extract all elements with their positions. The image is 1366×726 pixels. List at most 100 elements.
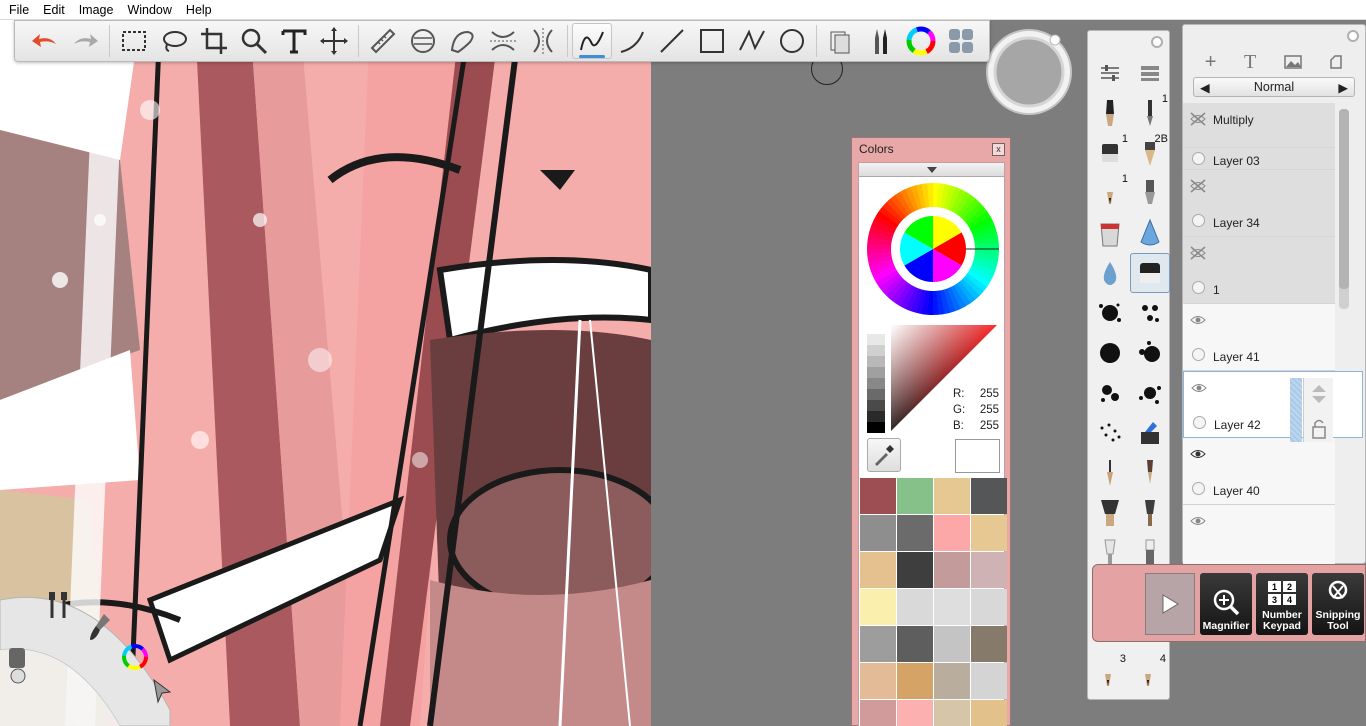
layer-select-radio[interactable] <box>1192 348 1205 361</box>
brush-flat-brush[interactable] <box>1090 493 1130 533</box>
brush-list-button[interactable] <box>1130 53 1170 93</box>
brush-2b-pencil[interactable]: 2B <box>1130 133 1170 173</box>
blue-value[interactable]: 255 <box>969 418 999 434</box>
layer-row-selected[interactable]: Layer 42 <box>1183 371 1363 438</box>
chevron-left-icon[interactable]: ◀ <box>1200 80 1210 95</box>
hidden-icon[interactable] <box>1189 179 1207 193</box>
menu-edit[interactable]: Edit <box>36 3 72 17</box>
color-swatch[interactable] <box>934 700 970 726</box>
symmetry-x-button[interactable] <box>483 23 523 59</box>
color-swatch[interactable] <box>897 478 933 514</box>
color-swatch[interactable] <box>860 589 896 625</box>
brush-ink[interactable]: 1 <box>1090 173 1130 213</box>
number-keypad-button[interactable]: 1 2 3 4 Number Keypad <box>1256 573 1308 635</box>
eye-icon[interactable] <box>1190 381 1208 395</box>
color-swatch[interactable] <box>971 626 1007 662</box>
brush-eraser[interactable]: 1 <box>1090 133 1130 173</box>
lasso-button[interactable] <box>154 23 194 59</box>
color-swatch[interactable] <box>860 626 896 662</box>
ellipse-button[interactable] <box>772 23 812 59</box>
grayscale-strip[interactable] <box>867 323 885 433</box>
color-swatch[interactable] <box>934 626 970 662</box>
brush-speckle[interactable] <box>1090 413 1130 453</box>
snipping-tool-button[interactable]: Snipping Tool <box>1312 573 1364 635</box>
color-swatch[interactable] <box>934 663 970 699</box>
add-layer-icon[interactable]: + <box>1205 51 1217 74</box>
color-swatch[interactable] <box>971 700 1007 726</box>
color-swatch[interactable] <box>971 663 1007 699</box>
text-button[interactable] <box>274 23 314 59</box>
color-swatch[interactable] <box>860 515 896 551</box>
polyline-button[interactable] <box>732 23 772 59</box>
tools-icon[interactable] <box>46 590 72 620</box>
colors-collapse-toggle[interactable] <box>859 163 1004 177</box>
layer-select-radio[interactable] <box>1192 281 1205 294</box>
color-swatch[interactable] <box>934 478 970 514</box>
brush-splatter-1[interactable] <box>1090 293 1130 333</box>
color-swatch[interactable] <box>971 478 1007 514</box>
ellipse-guide-button[interactable] <box>403 23 443 59</box>
color-swatch[interactable] <box>897 552 933 588</box>
color-wheel-icon[interactable] <box>120 642 150 672</box>
eye-icon[interactable] <box>1189 447 1207 461</box>
magnifier-button[interactable]: Magnifier <box>1200 573 1252 635</box>
color-swatch[interactable] <box>860 663 896 699</box>
color-swatch[interactable] <box>860 700 896 726</box>
brush-pencil[interactable]: 1 <box>1130 93 1170 133</box>
brush-fine-brush[interactable] <box>1090 453 1130 493</box>
brush-smear[interactable] <box>1130 213 1170 253</box>
brush-splatter-5[interactable] <box>1090 373 1130 413</box>
color-swatch[interactable] <box>934 515 970 551</box>
pointer-icon[interactable] <box>150 678 174 704</box>
layer-row[interactable]: Layer 03 <box>1183 148 1335 170</box>
copic-library-button[interactable] <box>821 23 861 59</box>
rectangle-button[interactable] <box>692 23 732 59</box>
color-swatch[interactable] <box>860 478 896 514</box>
layers-scrollbar[interactable] <box>1339 109 1349 309</box>
brush-preset-4[interactable]: 4 <box>1128 653 1168 697</box>
french-curve-button[interactable] <box>443 23 483 59</box>
chevron-right-icon[interactable]: ▶ <box>1338 80 1348 95</box>
menu-image[interactable]: Image <box>72 3 121 17</box>
lock-icon[interactable] <box>1304 413 1334 445</box>
color-swatch[interactable] <box>897 589 933 625</box>
rect-select-button[interactable] <box>114 23 154 59</box>
curve-stroke-button[interactable] <box>612 23 652 59</box>
brush-library-button[interactable] <box>861 23 901 59</box>
layer-select-radio[interactable] <box>1192 482 1205 495</box>
color-swatch[interactable] <box>897 626 933 662</box>
color-swatch[interactable] <box>971 552 1007 588</box>
layer-select-radio[interactable] <box>1192 214 1205 227</box>
undo-button[interactable] <box>25 23 65 59</box>
layer-row[interactable]: Multiply <box>1183 103 1335 148</box>
layer-opacity-slider[interactable] <box>1290 378 1302 442</box>
play-button[interactable] <box>1145 573 1195 635</box>
color-swatch[interactable] <box>934 589 970 625</box>
brush-splatter-2[interactable] <box>1130 293 1170 333</box>
brush-splatter-3[interactable] <box>1090 333 1130 373</box>
delete-layer-icon[interactable] <box>1329 55 1343 69</box>
layer-row[interactable]: 1 <box>1183 237 1335 304</box>
layer-row[interactable]: Layer 34 <box>1183 170 1335 237</box>
layer-select-radio[interactable] <box>1193 416 1206 429</box>
color-swatch[interactable] <box>860 552 896 588</box>
add-image-icon[interactable] <box>1283 55 1302 69</box>
hidden-icon[interactable] <box>1189 112 1207 126</box>
color-swatch[interactable] <box>934 552 970 588</box>
menu-window[interactable]: Window <box>120 3 178 17</box>
brush-splatter-6[interactable] <box>1130 373 1170 413</box>
brush-ink-pot[interactable] <box>1130 413 1170 453</box>
brush-icon[interactable] <box>88 612 114 642</box>
scrollbar-thumb[interactable] <box>1339 109 1349 289</box>
ruler-button[interactable] <box>363 23 403 59</box>
brush-round-brush[interactable] <box>1130 453 1170 493</box>
magnify-button[interactable] <box>234 23 274 59</box>
colors-close-button[interactable]: x <box>992 142 1005 156</box>
symmetry-y-button[interactable] <box>523 23 563 59</box>
color-swatch[interactable] <box>897 700 933 726</box>
color-wheel[interactable] <box>867 183 999 315</box>
brush-airbrush[interactable] <box>1090 93 1130 133</box>
brush-panel-menu-button[interactable] <box>1151 36 1163 48</box>
eye-icon[interactable] <box>1189 313 1207 327</box>
layers-panel-menu-button[interactable] <box>1347 30 1359 42</box>
